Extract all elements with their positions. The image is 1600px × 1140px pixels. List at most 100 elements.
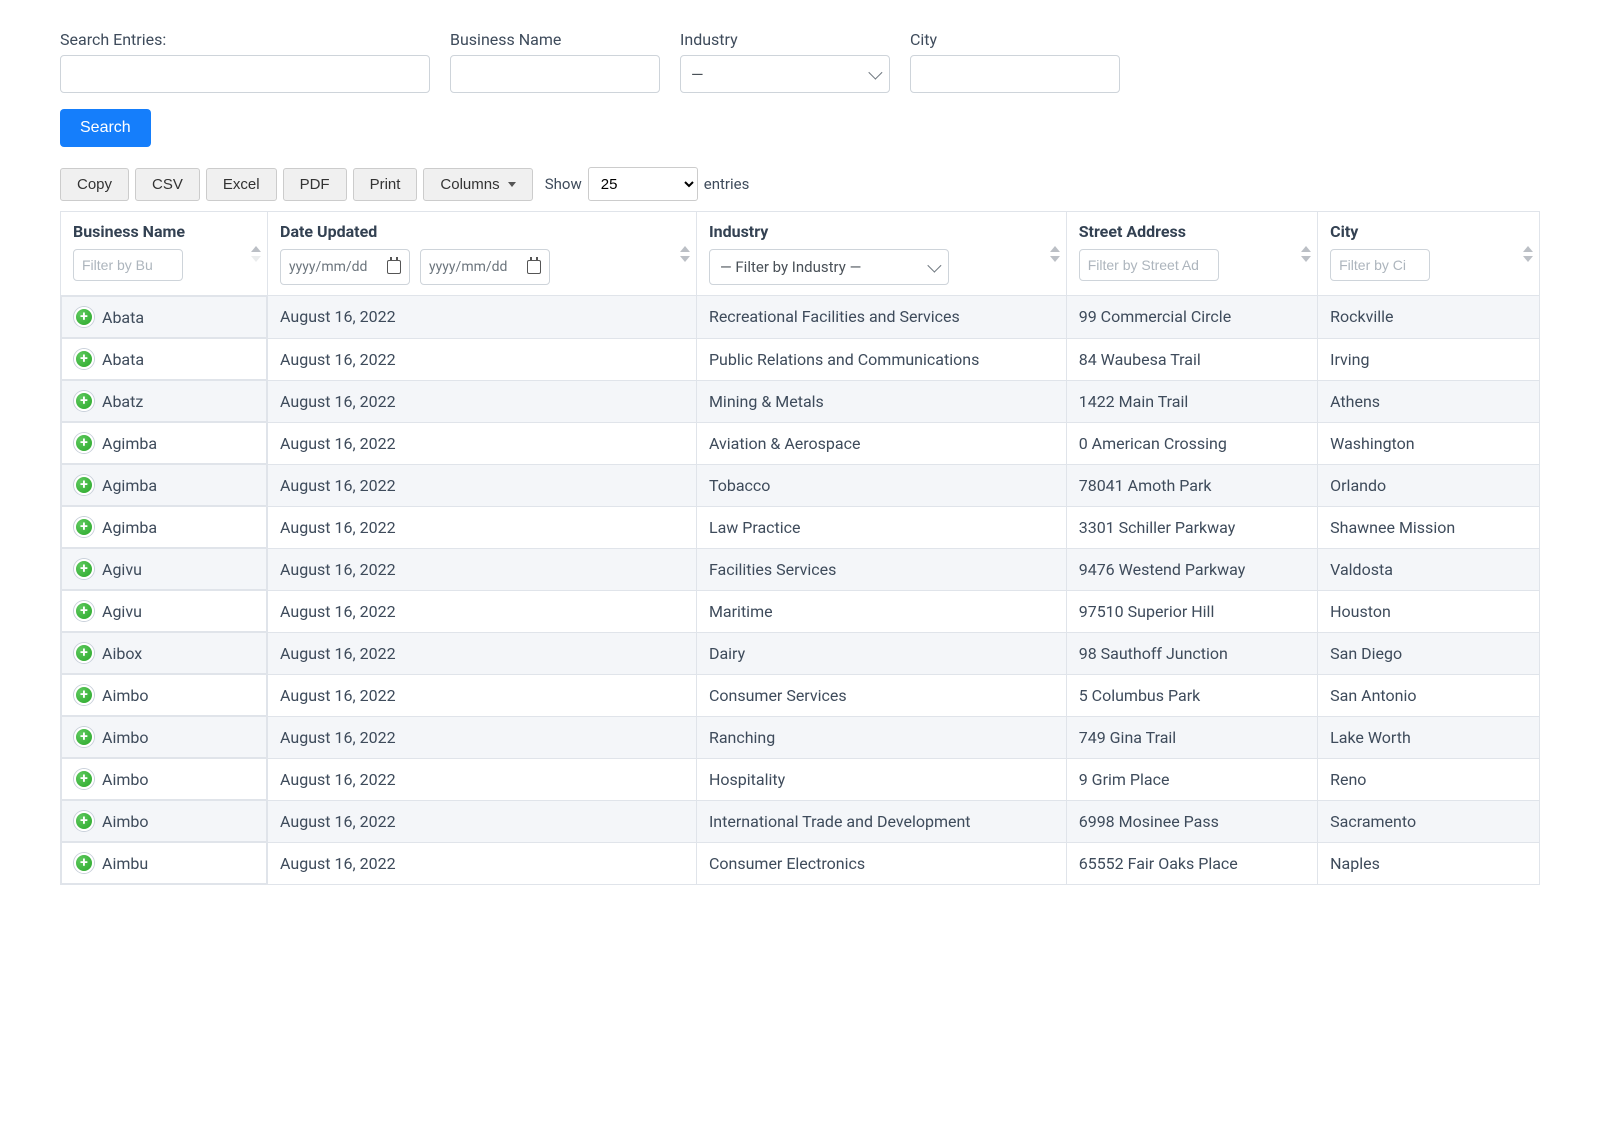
expand-row-button[interactable]: + — [74, 517, 94, 537]
filter-industry-value: — Filter by Industry — — [720, 258, 861, 276]
cell-date-updated: August 16, 2022 — [268, 506, 697, 548]
page-size-select[interactable]: 25 — [588, 167, 698, 201]
filter-city[interactable] — [1330, 249, 1430, 281]
table-row: +AgimbaAugust 16, 2022Law Practice3301 S… — [61, 506, 1540, 548]
cell-street-address: 6998 Mosinee Pass — [1066, 800, 1317, 842]
cell-business-name: + Agivu — [61, 548, 267, 590]
cell-business-name: +Aimbo — [61, 758, 267, 800]
expand-row-button[interactable]: + — [74, 853, 94, 873]
sort-icon — [1050, 246, 1060, 262]
copy-button[interactable]: Copy — [60, 168, 129, 201]
cell-street-address: 1422 Main Trail — [1066, 380, 1317, 422]
search-button[interactable]: Search — [60, 109, 151, 147]
expand-row-button[interactable]: + — [74, 769, 94, 789]
sort-icon — [251, 246, 261, 262]
industry-select[interactable]: — — [680, 55, 890, 93]
excel-button[interactable]: Excel — [206, 168, 277, 201]
calendar-icon — [387, 260, 401, 274]
cell-city: Irving — [1318, 338, 1540, 380]
date-to-placeholder: yyyy/mm/dd — [429, 259, 507, 275]
search-entries-input[interactable] — [60, 55, 430, 93]
col-header-street-address[interactable]: Street Address — [1066, 212, 1317, 296]
sort-icon — [680, 246, 690, 262]
cell-business-name: +Agimba — [61, 422, 267, 464]
filter-date-from[interactable]: yyyy/mm/dd — [280, 249, 410, 285]
table-row: +AbataAugust 16, 2022Public Relations an… — [61, 338, 1540, 380]
columns-button[interactable]: Columns — [423, 168, 532, 201]
cell-business-name: + Agimba — [61, 464, 267, 506]
cell-street-address: 97510 Superior Hill — [1066, 590, 1317, 632]
cell-street-address: 0 American Crossing — [1066, 422, 1317, 464]
table-row: +AgimbaAugust 16, 2022Aviation & Aerospa… — [61, 422, 1540, 464]
table-row: +AimboAugust 16, 2022International Trade… — [61, 800, 1540, 842]
cell-business-name: + Aibox — [61, 632, 267, 674]
expand-row-button[interactable]: + — [74, 727, 94, 747]
filter-business-name[interactable] — [73, 249, 183, 281]
cell-street-address: 9476 Westend Parkway — [1066, 548, 1317, 590]
table-row: +AimbuAugust 16, 2022Consumer Electronic… — [61, 842, 1540, 885]
business-name-value: Agimba — [102, 476, 157, 495]
cell-industry: Consumer Electronics — [696, 842, 1066, 885]
filter-street-address[interactable] — [1079, 249, 1219, 281]
cell-date-updated: August 16, 2022 — [268, 296, 697, 339]
expand-row-button[interactable]: + — [74, 475, 94, 495]
csv-button[interactable]: CSV — [135, 168, 200, 201]
filter-date-to[interactable]: yyyy/mm/dd — [420, 249, 550, 285]
cell-date-updated: August 16, 2022 — [268, 800, 697, 842]
business-name-value: Aimbo — [102, 812, 148, 831]
expand-row-button[interactable]: + — [74, 643, 94, 663]
expand-row-button[interactable]: + — [74, 433, 94, 453]
cell-city: Sacramento — [1318, 800, 1540, 842]
col-header-city[interactable]: City — [1318, 212, 1540, 296]
show-label: Show — [545, 175, 582, 193]
entries-label: entries — [704, 175, 750, 193]
cell-city: Shawnee Mission — [1318, 506, 1540, 548]
expand-row-button[interactable]: + — [74, 559, 94, 579]
print-button[interactable]: Print — [353, 168, 418, 201]
cell-business-name: +Aimbu — [61, 842, 267, 884]
business-name-label: Business Name — [450, 30, 660, 49]
expand-row-button[interactable]: + — [74, 601, 94, 621]
sort-icon — [1523, 246, 1533, 262]
expand-row-button[interactable]: + — [74, 307, 94, 327]
pdf-button[interactable]: PDF — [283, 168, 347, 201]
cell-street-address: 99 Commercial Circle — [1066, 296, 1317, 339]
cell-date-updated: August 16, 2022 — [268, 716, 697, 758]
expand-row-button[interactable]: + — [74, 391, 94, 411]
cell-business-name: +Aimbo — [61, 674, 267, 716]
business-name-value: Abatz — [102, 392, 143, 411]
table-row: +AbataAugust 16, 2022Recreational Facili… — [61, 296, 1540, 339]
cell-industry: Consumer Services — [696, 674, 1066, 716]
cell-street-address: 5 Columbus Park — [1066, 674, 1317, 716]
chevron-down-icon — [927, 259, 941, 273]
cell-business-name: + Aimbo — [61, 800, 267, 842]
export-toolbar: Copy CSV Excel PDF Print Columns Show 25… — [60, 167, 1540, 201]
cell-business-name: +Agimba — [61, 506, 267, 548]
cell-city: San Diego — [1318, 632, 1540, 674]
col-header-industry[interactable]: Industry — Filter by Industry — — [696, 212, 1066, 296]
date-from-placeholder: yyyy/mm/dd — [289, 259, 367, 275]
cell-industry: Maritime — [696, 590, 1066, 632]
expand-row-button[interactable]: + — [74, 685, 94, 705]
cell-street-address: 65552 Fair Oaks Place — [1066, 842, 1317, 885]
business-name-value: Aibox — [102, 644, 142, 663]
cell-industry: Ranching — [696, 716, 1066, 758]
filter-industry-select[interactable]: — Filter by Industry — — [709, 249, 949, 285]
business-name-input[interactable] — [450, 55, 660, 93]
cell-business-name: +Aimbo — [61, 716, 267, 758]
city-input[interactable] — [910, 55, 1120, 93]
col-header-date-updated[interactable]: Date Updated yyyy/mm/dd yyyy/mm/dd — [268, 212, 697, 296]
expand-row-button[interactable]: + — [74, 349, 94, 369]
business-name-value: Abata — [102, 308, 144, 327]
cell-business-name: +Abata — [61, 338, 267, 380]
col-header-business-name[interactable]: Business Name — [61, 212, 268, 296]
cell-business-name: +Agivu — [61, 590, 267, 632]
th-label: City — [1330, 222, 1527, 241]
table-row: +AiboxAugust 16, 2022Dairy98 Sauthoff Ju… — [61, 632, 1540, 674]
cell-date-updated: August 16, 2022 — [268, 758, 697, 800]
expand-row-button[interactable]: + — [74, 811, 94, 831]
th-label: Business Name — [73, 222, 255, 241]
business-name-value: Agivu — [102, 560, 142, 579]
th-label: Industry — [709, 222, 1054, 241]
th-label: Date Updated — [280, 222, 684, 241]
